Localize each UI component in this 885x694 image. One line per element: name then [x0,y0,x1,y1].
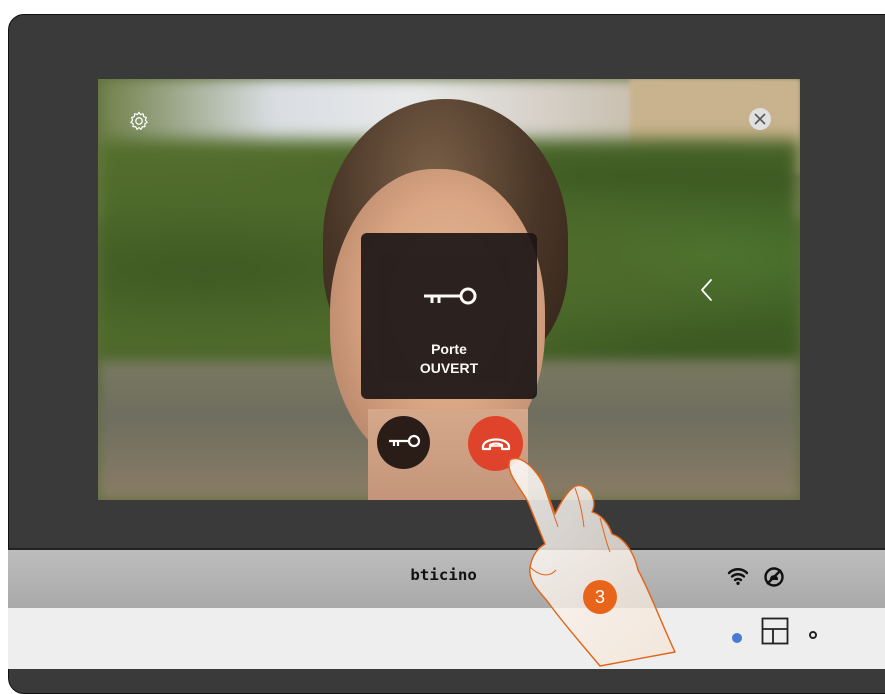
device-bottom-panel [8,608,885,669]
gear-icon[interactable] [128,110,150,132]
ringtone-off-icon [763,566,785,592]
popup-status: OUVERT [419,360,479,376]
brand-logo: bticino [410,566,477,584]
microphone-hole [809,631,817,639]
close-icon[interactable] [749,108,771,130]
chevron-left-icon[interactable] [695,278,717,302]
wifi-icon [727,566,749,590]
home-key-icon[interactable] [761,617,789,645]
key-icon [386,433,422,453]
popup-title: Porte [431,341,467,357]
step-number-badge: 3 [583,580,617,614]
key-icon [418,285,480,311]
status-led [732,633,742,643]
door-open-popup: Porte OUVERT [361,233,537,399]
door-unlock-button[interactable] [377,416,430,469]
pointing-hand-illustration [500,452,700,669]
